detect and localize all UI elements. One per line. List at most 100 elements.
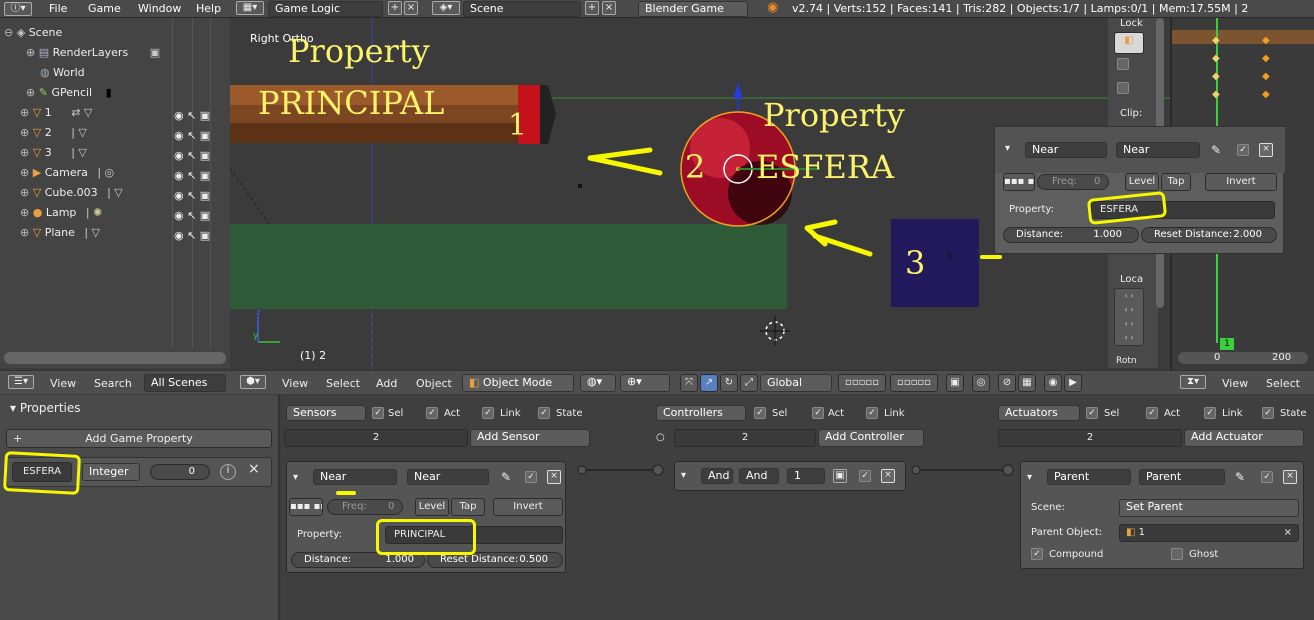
compound-check[interactable]: ✓	[1031, 548, 1043, 560]
side-lock-check-1[interactable]	[1117, 58, 1129, 70]
actuator-active-check[interactable]: ✓	[1261, 471, 1273, 483]
outliner-search-menu[interactable]: Search	[94, 377, 132, 390]
float-close-icon[interactable]: ×	[1259, 143, 1273, 157]
render-engine-dropdown[interactable]: Blender Game	[638, 1, 748, 17]
menu-window[interactable]: Window	[138, 2, 181, 15]
actuators-dropdown[interactable]: Actuators	[998, 405, 1080, 421]
float-level-button[interactable]: Level	[1125, 173, 1159, 191]
controller-close-icon[interactable]: ×	[881, 469, 895, 483]
controllers-sel-check[interactable]: ✓	[754, 407, 766, 419]
float-collapse-icon[interactable]: ▾	[1005, 143, 1010, 154]
actuator-name-field[interactable]: Parent	[1139, 469, 1225, 485]
rotate-manipulator[interactable]: ↻	[720, 374, 738, 392]
controller-type-dropdown[interactable]: And	[701, 468, 733, 484]
controllers-link-check[interactable]: ✓	[866, 407, 878, 419]
scene-icon[interactable]: ◈▾	[432, 1, 460, 15]
viewport-menu-view[interactable]: View	[282, 377, 308, 390]
outliner-item-renderlayers[interactable]: ⊕ ▤ RenderLayers ▣	[0, 43, 230, 63]
outliner-view-menu[interactable]: View	[50, 377, 76, 390]
controller-preference-icon[interactable]: ▣	[833, 469, 847, 483]
screen-layout-icon[interactable]: ▦▾	[236, 1, 264, 15]
property-debug-icon[interactable]: i	[220, 464, 236, 480]
actuator-collapse-icon[interactable]: ▾	[1027, 472, 1032, 483]
property-remove-icon[interactable]: ×	[248, 461, 260, 477]
controller-active-check[interactable]: ✓	[859, 470, 871, 482]
outliner-filter-dropdown[interactable]: All Scenes	[144, 374, 226, 392]
controller-name-field[interactable]: And	[739, 468, 779, 484]
mode-dropdown[interactable]: ◧ Object Mode	[462, 374, 574, 392]
actuator-mode-dropdown[interactable]: Set Parent	[1119, 499, 1299, 517]
layer-buttons-b[interactable]: ▫▫▫▫▫	[890, 374, 938, 392]
remove-scene-icon[interactable]: ×	[602, 1, 616, 15]
ghost-label: Ghost	[1189, 549, 1219, 560]
viewport-menu-object[interactable]: Object	[416, 377, 452, 390]
lock-layers-icon[interactable]: ▣	[946, 374, 964, 392]
proportional-edit-icon[interactable]: ◎	[972, 374, 990, 392]
outliner-editor-icon[interactable]: ☰▾	[8, 375, 34, 389]
remove-screen-icon[interactable]: ×	[404, 1, 418, 15]
float-pin-icon[interactable]: ✎	[1211, 143, 1221, 157]
menu-file[interactable]: File	[49, 2, 67, 15]
scale-manipulator[interactable]: ⤢	[740, 374, 758, 392]
float-sensor-name[interactable]: Near	[1116, 142, 1200, 158]
actuators-sel-check[interactable]: ✓	[1086, 407, 1098, 419]
actuators-act-check[interactable]: ✓	[1146, 407, 1158, 419]
side-loca-fields[interactable]: ‹ › ‹ › ‹ › ‹ ›	[1114, 288, 1144, 346]
controllers-dropdown[interactable]: Controllers	[656, 405, 746, 421]
outliner-item-scene[interactable]: ⊖ ◈ Scene	[0, 23, 230, 43]
actuators-link-check[interactable]: ✓	[1204, 407, 1216, 419]
translate-manipulator[interactable]: ↗	[700, 374, 718, 392]
info-editor-icon[interactable]: ⓘ▾	[4, 2, 32, 16]
view3d-editor-icon[interactable]: ⬢▾	[240, 375, 266, 389]
actuators-state-label: State	[1280, 408, 1307, 419]
float-active-check[interactable]: ✓	[1237, 144, 1249, 156]
property-value-field[interactable]: 0	[150, 464, 210, 480]
float-reset-distance-field[interactable]: Reset Distance: 2.000	[1141, 227, 1277, 243]
float-distance-field[interactable]: Distance: 1.000	[1003, 227, 1139, 243]
dopesheet-editor-icon[interactable]: ⧗▾	[1180, 375, 1206, 389]
actuators-state-check[interactable]: ✓	[1262, 407, 1274, 419]
add-scene-icon[interactable]: +	[585, 1, 599, 15]
float-tap-button[interactable]: Tap	[1161, 173, 1191, 191]
side-lock-button[interactable]: ◧	[1114, 32, 1144, 54]
layer-buttons-a[interactable]: ▫▫▫▫▫	[838, 374, 886, 392]
scene-field[interactable]: Scene	[463, 1, 581, 17]
menu-game[interactable]: Game	[88, 2, 121, 15]
menu-help[interactable]: Help	[196, 2, 221, 15]
opengl-render-icon[interactable]: ◉	[1044, 374, 1062, 392]
snap-element-icon[interactable]: ▦	[1018, 374, 1036, 392]
orientation-dropdown[interactable]: Global	[760, 374, 832, 392]
controller-collapse-icon[interactable]: ▾	[681, 470, 686, 481]
outliner-scrollbar[interactable]	[4, 352, 226, 364]
add-controller-dropdown[interactable]: Add Controller	[818, 429, 924, 447]
add-screen-icon[interactable]: +	[388, 1, 402, 15]
viewport-menu-add[interactable]: Add	[376, 377, 397, 390]
parent-object-field[interactable]: ◧ 1 ×	[1119, 524, 1299, 542]
dopesheet-view-menu[interactable]: View	[1222, 377, 1248, 390]
viewport-menu-select[interactable]: Select	[326, 377, 360, 390]
actuator-close-icon[interactable]: ×	[1283, 470, 1297, 484]
ghost-check[interactable]	[1171, 548, 1183, 560]
float-pulse-buttons[interactable]: ▪▪▪ ▪▪▪	[1003, 173, 1035, 191]
float-freq-field[interactable]: Freq: 0	[1037, 174, 1109, 190]
dopesheet-select-menu[interactable]: Select	[1266, 377, 1300, 390]
float-invert-button[interactable]: Invert	[1205, 173, 1277, 191]
snap-icon[interactable]: ⊘	[998, 374, 1016, 392]
actuator-pin-icon[interactable]: ✎	[1235, 470, 1245, 484]
actuator-type-dropdown[interactable]: Parent	[1047, 469, 1131, 485]
outliner-item-gpencil[interactable]: ⊕ ✎ GPencil ▮	[0, 83, 230, 103]
float-sensor-type[interactable]: Near	[1025, 142, 1107, 158]
controller-state-dropdown[interactable]: 1	[787, 468, 825, 484]
screen-layout-field[interactable]: Game Logic	[268, 1, 383, 17]
opengl-anim-icon[interactable]: ▶	[1064, 374, 1082, 392]
restrict-columns[interactable]: ◉ ↖ ▣ ◉ ↖ ▣ ◉ ↖ ▣ ◉ ↖ ▣ ◉ ↖ ▣ ◉ ↖ ▣ ◉ ↖ ▣	[174, 106, 210, 246]
controllers-act-check[interactable]: ✓	[812, 407, 824, 419]
add-actuator-dropdown[interactable]: Add Actuator	[1184, 429, 1304, 447]
add-game-property-button[interactable]: + Add Game Property	[6, 429, 272, 448]
property-type-dropdown[interactable]: Integer	[82, 463, 140, 481]
outliner-item-world[interactable]: ◍ World	[0, 63, 230, 83]
pivot-dropdown[interactable]: ⊕▾	[620, 374, 670, 392]
manipulator-toggle[interactable]: ⤧	[680, 374, 698, 392]
shading-dropdown[interactable]: ◍▾	[580, 374, 616, 392]
side-lock-check-2[interactable]	[1117, 82, 1129, 94]
